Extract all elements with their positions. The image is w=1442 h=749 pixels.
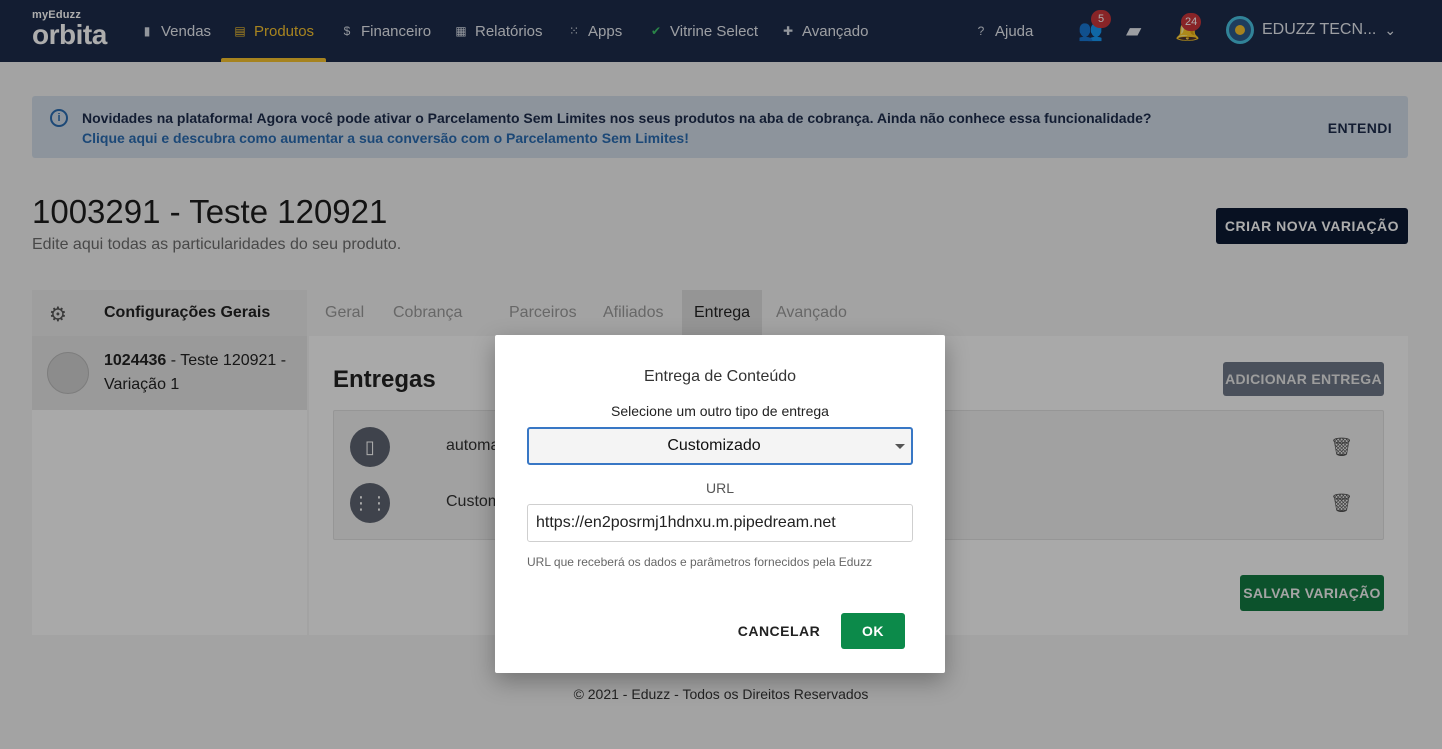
delivery-type-label: Selecione um outro tipo de entrega [611, 403, 829, 419]
caret-down-icon [895, 444, 905, 449]
cancel-button[interactable]: CANCELAR [731, 613, 827, 649]
delivery-dialog: Entrega de Conteúdo Selecione um outro t… [495, 335, 945, 673]
url-input[interactable] [527, 504, 913, 542]
delivery-type-value: Customizado [667, 437, 761, 454]
delivery-type-select[interactable]: Customizado [527, 427, 913, 465]
dialog-title: Entrega de Conteúdo [643, 368, 797, 385]
url-hint: URL que receberá os dados e parâmetros f… [527, 555, 873, 569]
ok-button[interactable]: OK [841, 613, 905, 649]
url-label: URL [705, 480, 734, 496]
